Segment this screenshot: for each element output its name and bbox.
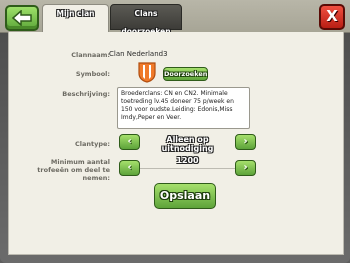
symbol-label: Symbool: bbox=[75, 70, 110, 78]
clan-name-value: Clan Nederland3 bbox=[109, 50, 168, 58]
back-button[interactable] bbox=[5, 5, 39, 31]
window: Mijn clan Clans doorzoeken X Clannaam: C… bbox=[0, 0, 350, 263]
trophies-decrease-button[interactable]: ‹ bbox=[119, 160, 140, 176]
chevron-right-icon: › bbox=[243, 136, 248, 147]
close-icon: X bbox=[326, 7, 338, 25]
trophies-increase-button[interactable]: › bbox=[235, 160, 256, 176]
clantype-prev-button[interactable]: ‹ bbox=[119, 134, 140, 150]
chevron-right-icon: › bbox=[243, 162, 248, 173]
save-button[interactable]: Opslaan bbox=[154, 183, 216, 209]
description-textarea[interactable]: Broederclans: CN en CN2. Minimale toetre… bbox=[117, 87, 250, 129]
clantype-next-button[interactable]: › bbox=[235, 134, 256, 150]
min-trophies-label: Minimum aantal trofeeën om deel te nemen… bbox=[37, 158, 110, 182]
trophies-underline bbox=[140, 168, 235, 169]
header-bar: Mijn clan Clans doorzoeken X bbox=[0, 0, 350, 36]
close-button[interactable]: X bbox=[319, 4, 345, 30]
clantype-value: Alleen op uitnodiging bbox=[161, 135, 214, 153]
tab-my-clan[interactable]: Mijn clan bbox=[42, 4, 109, 33]
tab-search-clans[interactable]: Clans doorzoeken bbox=[110, 4, 182, 36]
tab-my-clan-label: Mijn clan bbox=[56, 9, 95, 18]
clan-name-label: Clannaam: bbox=[71, 51, 110, 59]
back-arrow-icon bbox=[12, 10, 32, 26]
chevron-left-icon: ‹ bbox=[127, 136, 132, 147]
clan-badge-icon bbox=[138, 62, 156, 83]
clantype-label: Clantype: bbox=[74, 140, 110, 148]
browse-symbol-button[interactable]: Doorzoeken bbox=[163, 67, 208, 81]
description-label: Beschrijving: bbox=[62, 90, 110, 98]
chevron-left-icon: ‹ bbox=[127, 162, 132, 173]
min-trophies-value: 1200 bbox=[176, 156, 199, 165]
